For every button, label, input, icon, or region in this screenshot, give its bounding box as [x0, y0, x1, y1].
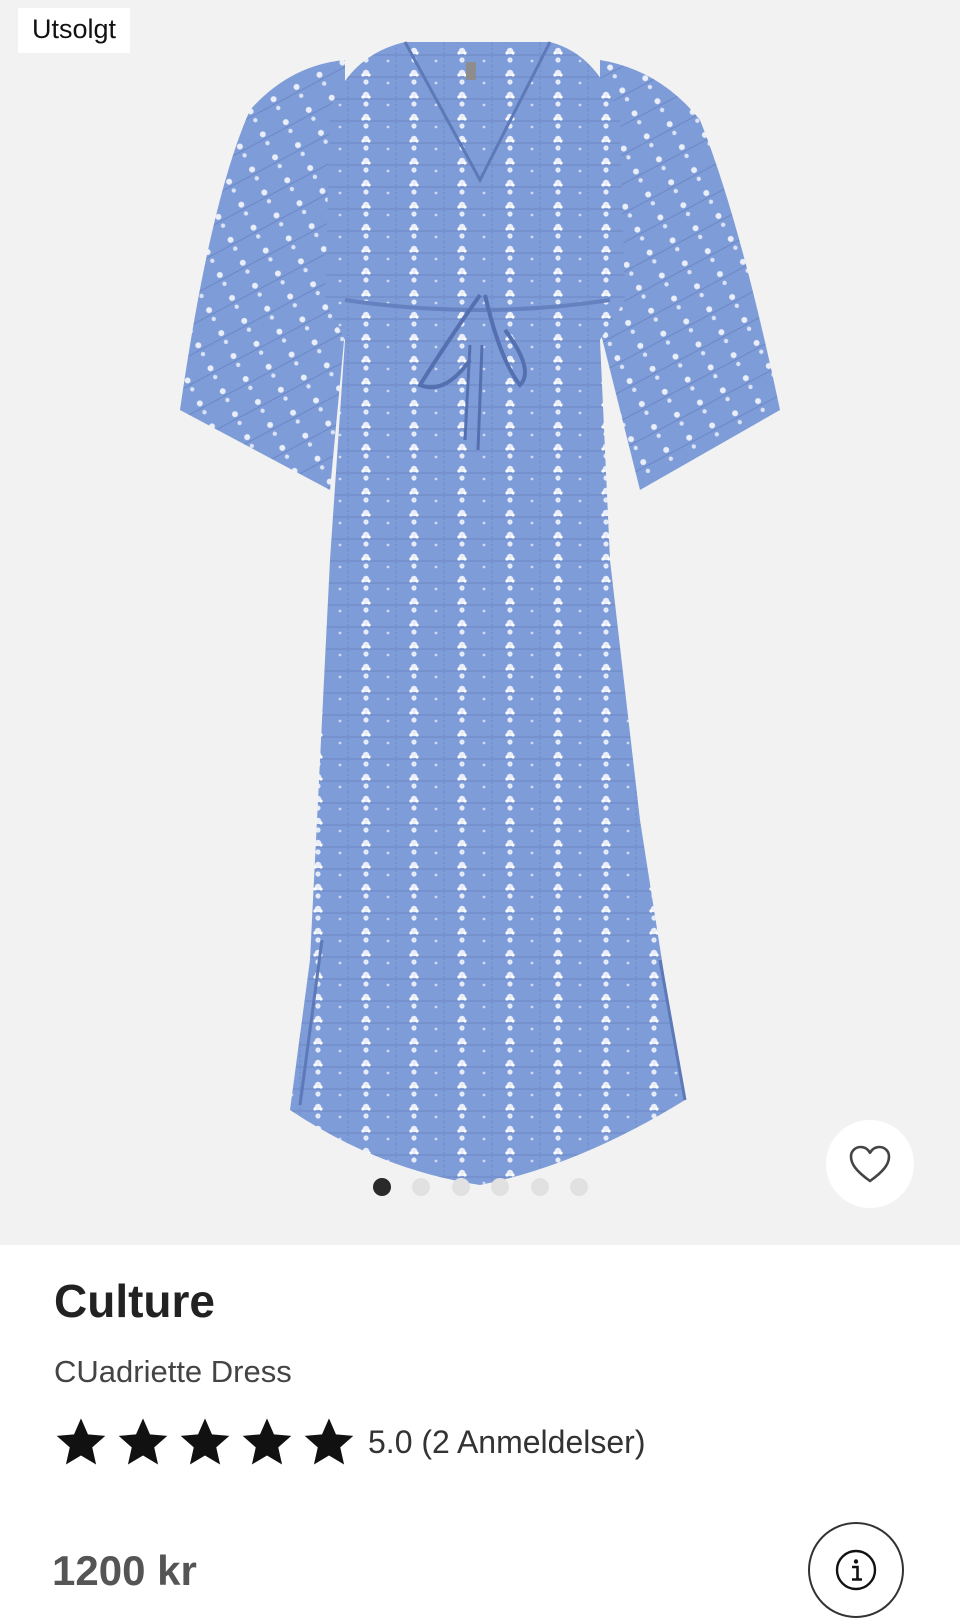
favorite-button[interactable] — [826, 1120, 914, 1208]
star-icon — [180, 1418, 230, 1465]
star-icon — [304, 1418, 354, 1465]
slide-dot-5[interactable] — [531, 1178, 549, 1196]
product-name: CUadriette Dress — [54, 1354, 292, 1389]
sold-out-badge: Utsolgt — [18, 8, 131, 53]
slide-dot-6[interactable] — [570, 1178, 588, 1196]
price-info-button[interactable] — [808, 1522, 904, 1618]
product-image-gallery[interactable]: Utsolgt — [0, 0, 960, 1245]
heart-outline-icon — [849, 1145, 891, 1183]
slide-dot-1[interactable] — [373, 1178, 391, 1196]
product-brand[interactable]: Culture — [54, 1278, 215, 1324]
star-icon — [118, 1418, 168, 1465]
slide-dot-4[interactable] — [491, 1178, 509, 1196]
star-icon — [242, 1418, 292, 1465]
product-rating[interactable]: 5.0 (2 Anmeldelser) — [54, 1415, 645, 1469]
product-price: 1200 kr — [52, 1547, 197, 1594]
rating-text[interactable]: 5.0 (2 Anmeldelser) — [368, 1426, 645, 1458]
slide-indicator[interactable] — [0, 1178, 960, 1198]
product-image — [180, 41, 780, 1185]
slide-dot-2[interactable] — [412, 1178, 430, 1196]
slide-dot-3[interactable] — [452, 1178, 470, 1196]
star-icon — [56, 1418, 106, 1465]
info-icon — [835, 1549, 877, 1591]
